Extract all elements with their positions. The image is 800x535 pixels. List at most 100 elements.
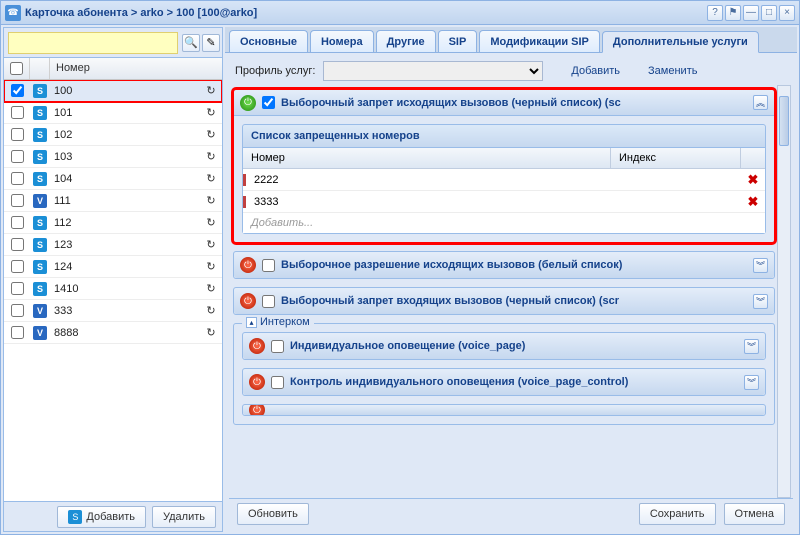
history-icon[interactable]: ↻ xyxy=(200,238,222,251)
delete-icon[interactable]: ✖ xyxy=(741,194,765,210)
profile-select[interactable] xyxy=(323,61,543,81)
expand-icon[interactable]: ︾ xyxy=(744,375,759,390)
svc-blacklist-in-header[interactable]: ⏻ Выборочный запрет входящих вызовов (че… xyxy=(234,288,774,314)
history-icon[interactable]: ↻ xyxy=(200,106,222,119)
row-checkbox[interactable] xyxy=(11,128,24,141)
table-row[interactable]: S103↻ xyxy=(4,146,222,168)
power-off-icon[interactable]: ⏻ xyxy=(240,293,256,309)
history-icon[interactable]: ↻ xyxy=(200,216,222,229)
table-row[interactable]: S123↻ xyxy=(4,234,222,256)
history-icon[interactable]: ↻ xyxy=(200,326,222,339)
history-icon[interactable]: ↻ xyxy=(200,172,222,185)
fieldset-collapse-icon[interactable]: ▴ xyxy=(246,317,257,328)
table-row[interactable]: S104↻ xyxy=(4,168,222,190)
maximize-button[interactable]: □ xyxy=(761,5,777,21)
scrollbar-thumb[interactable] xyxy=(779,96,789,146)
select-all-checkbox[interactable] xyxy=(10,62,23,75)
profile-add-link[interactable]: Добавить xyxy=(571,65,620,77)
tab-3[interactable]: SIP xyxy=(438,30,478,52)
row-checkbox[interactable] xyxy=(11,326,24,339)
table-row[interactable]: S101↻ xyxy=(4,102,222,124)
svc-blacklist-out-checkbox[interactable] xyxy=(262,96,275,109)
power-off-icon[interactable]: ⏻ xyxy=(249,405,265,415)
table-row[interactable]: V333↻ xyxy=(4,300,222,322)
col-blocked-index[interactable]: Индекс xyxy=(611,148,741,168)
grid-body[interactable]: S100↻S101↻S102↻S103↻S104↻V111↻S112↻S123↻… xyxy=(4,80,222,501)
table-row[interactable]: S124↻ xyxy=(4,256,222,278)
power-off-icon[interactable]: ⏻ xyxy=(240,257,256,273)
tab-2[interactable]: Другие xyxy=(376,30,436,52)
minimize-button[interactable]: — xyxy=(743,5,759,21)
detail-panel: ОсновныеНомераДругиеSIPМодификации SIPДо… xyxy=(225,27,797,532)
table-row[interactable]: S100↻ xyxy=(4,80,222,102)
svc-voice-page-control-checkbox[interactable] xyxy=(271,376,284,389)
history-icon[interactable]: ↻ xyxy=(200,150,222,163)
col-number[interactable]: Номер xyxy=(50,58,222,79)
history-icon[interactable]: ↻ xyxy=(200,260,222,273)
power-off-icon[interactable]: ⏻ xyxy=(249,338,265,354)
row-number: 111 xyxy=(50,195,200,207)
edit-icon[interactable]: ✎ xyxy=(202,34,220,52)
svc-extra-header[interactable]: ⏻ xyxy=(243,405,765,415)
svc-whitelist-out-header[interactable]: ⏻ Выборочное разрешение исходящих вызово… xyxy=(234,252,774,278)
row-checkbox[interactable] xyxy=(11,194,24,207)
row-checkbox[interactable] xyxy=(11,260,24,273)
svc-voice-page-control: ⏻ Контроль индивидуального оповещения (v… xyxy=(242,368,766,396)
svc-voice-page-title: Индивидуальное оповещение (voice_page) xyxy=(290,340,738,352)
save-button[interactable]: Сохранить xyxy=(639,503,716,525)
svc-voice-page-control-header[interactable]: ⏻ Контроль индивидуального оповещения (v… xyxy=(243,369,765,395)
add-blocked-number[interactable]: Добавить... xyxy=(243,213,765,233)
row-checkbox[interactable] xyxy=(11,282,24,295)
row-checkbox[interactable] xyxy=(11,304,24,317)
expand-icon[interactable]: ︾ xyxy=(753,294,768,309)
search-icon[interactable]: 🔍 xyxy=(182,34,200,52)
svc-whitelist-out-checkbox[interactable] xyxy=(262,259,275,272)
row-checkbox[interactable] xyxy=(11,84,24,97)
blocked-row[interactable]: 3333✖ xyxy=(243,191,765,213)
table-row[interactable]: S112↻ xyxy=(4,212,222,234)
blocked-row[interactable]: 2222✖ xyxy=(243,169,765,191)
row-checkbox[interactable] xyxy=(11,172,24,185)
history-icon[interactable]: ↻ xyxy=(200,128,222,141)
row-number: 8888 xyxy=(50,327,200,339)
power-off-icon[interactable]: ⏻ xyxy=(249,374,265,390)
expand-icon[interactable]: ︾ xyxy=(753,258,768,273)
power-on-icon[interactable]: ⏻ xyxy=(240,95,256,111)
close-button[interactable]: × xyxy=(779,5,795,21)
history-icon[interactable]: ↻ xyxy=(200,282,222,295)
row-checkbox[interactable] xyxy=(11,150,24,163)
cancel-button[interactable]: Отмена xyxy=(724,503,785,525)
row-checkbox[interactable] xyxy=(11,238,24,251)
tab-0[interactable]: Основные xyxy=(229,30,308,52)
row-checkbox[interactable] xyxy=(11,216,24,229)
table-row[interactable]: V111↻ xyxy=(4,190,222,212)
delete-icon[interactable]: ✖ xyxy=(741,172,765,188)
table-row[interactable]: S102↻ xyxy=(4,124,222,146)
scrollbar[interactable] xyxy=(777,85,791,498)
svc-voice-page-checkbox[interactable] xyxy=(271,340,284,353)
search-note[interactable] xyxy=(8,32,178,54)
add-subscriber-button[interactable]: SДобавить xyxy=(57,506,146,528)
table-row[interactable]: S1410↻ xyxy=(4,278,222,300)
delete-subscriber-button[interactable]: Удалить xyxy=(152,506,216,528)
help-button[interactable]: ? xyxy=(707,5,723,21)
expand-icon[interactable]: ︾ xyxy=(744,339,759,354)
intercom-legend[interactable]: ▴ Интерком xyxy=(242,316,314,328)
row-checkbox[interactable] xyxy=(11,106,24,119)
type-badge: V xyxy=(33,326,47,340)
history-icon[interactable]: ↻ xyxy=(200,194,222,207)
svc-blacklist-in-checkbox[interactable] xyxy=(262,295,275,308)
table-row[interactable]: V8888↻ xyxy=(4,322,222,344)
tab-1[interactable]: Номера xyxy=(310,30,374,52)
tab-4[interactable]: Модификации SIP xyxy=(479,30,600,52)
profile-replace-link[interactable]: Заменить xyxy=(648,65,697,77)
history-icon[interactable]: ↻ xyxy=(200,84,222,97)
col-blocked-number[interactable]: Номер xyxy=(243,148,611,168)
collapse-icon[interactable]: ︽ xyxy=(753,95,768,110)
svc-blacklist-out-header[interactable]: ⏻ Выборочный запрет исходящих вызовов (ч… xyxy=(234,90,774,116)
svc-voice-page-header[interactable]: ⏻ Индивидуальное оповещение (voice_page)… xyxy=(243,333,765,359)
refresh-button[interactable]: Обновить xyxy=(237,503,309,525)
history-icon[interactable]: ↻ xyxy=(200,304,222,317)
tab-5[interactable]: Дополнительные услуги xyxy=(602,31,759,53)
tool-button[interactable]: ⚑ xyxy=(725,5,741,21)
